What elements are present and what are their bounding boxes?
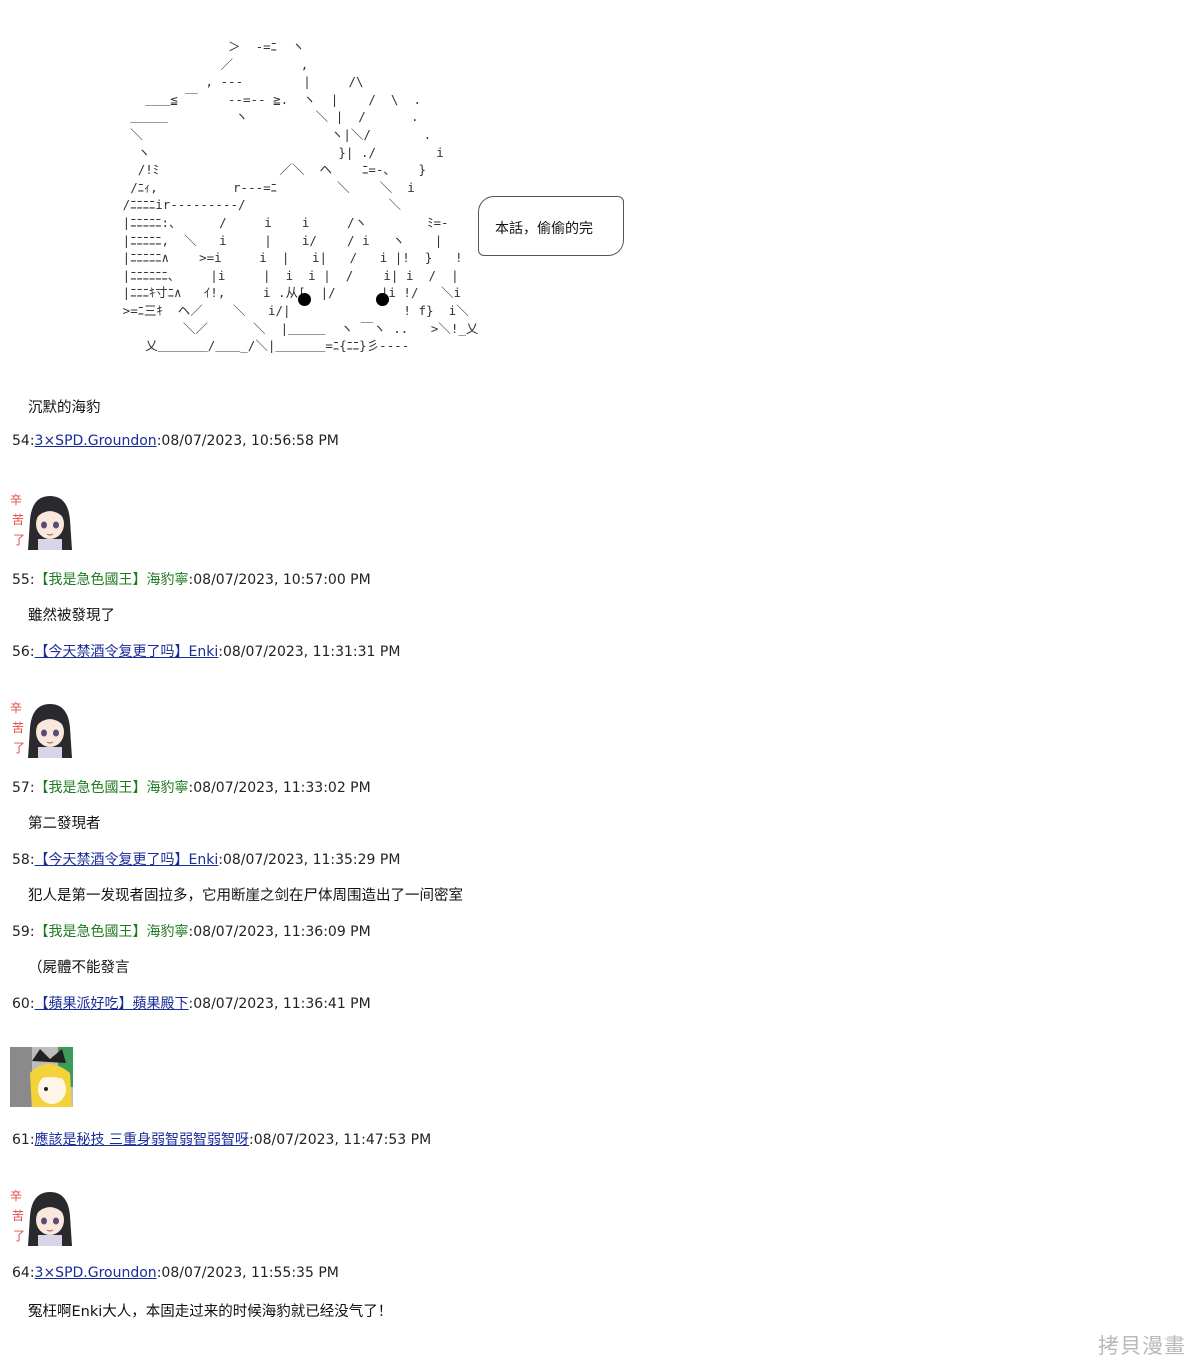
post-header-57: 57:【我是急色國王】海豹寧:08/07/2023, 11:33:02 PM xyxy=(12,780,371,796)
post-header-58: 58:【今天禁酒令复更了吗】Enki:08/07/2023, 11:35:29 … xyxy=(12,852,401,868)
poster-name-link[interactable]: 3×SPD.Groundon xyxy=(35,1265,157,1281)
post-body-59: （屍體不能發言 xyxy=(28,960,130,976)
post-body-55: 雖然被發現了 xyxy=(28,608,115,624)
post-time: 08/07/2023, 11:47:53 PM xyxy=(253,1132,432,1148)
post-number: 54 xyxy=(12,433,30,449)
post-header-54: 54:3×SPD.Groundon:08/07/2023, 10:56:58 P… xyxy=(12,433,339,449)
post-time: 08/07/2023, 11:35:29 PM xyxy=(222,852,401,868)
post-number: 58 xyxy=(12,852,30,868)
post-time: 08/07/2023, 10:57:00 PM xyxy=(193,572,371,588)
post-header-55: 55:【我是急色國王】海豹寧:08/07/2023, 10:57:00 PM xyxy=(12,572,371,588)
watermark: 拷貝漫畫 xyxy=(1098,1334,1186,1358)
sticker-char: 了 xyxy=(13,741,25,755)
poster-name-link[interactable]: 【今天禁酒令复更了吗】Enki xyxy=(35,644,219,660)
post-body-64: 冤枉啊Enki大人，本固走过来的时候海豹就已经没气了！ xyxy=(28,1304,393,1320)
sticker-image: 辛 苦 了 xyxy=(10,698,73,758)
post-number: 60 xyxy=(12,996,30,1012)
post-body-57: 第二發現者 xyxy=(28,816,101,832)
post-header-61: 61:應該是秘技 三重身弱智弱智弱智呀:08/07/2023, 11:47:53… xyxy=(12,1132,432,1148)
post-time: 08/07/2023, 11:55:35 PM xyxy=(161,1265,339,1281)
post-body-58: 犯人是第一发现者固拉多，它用断崖之剑在尸体周围造出了一间密室 xyxy=(28,888,463,904)
sticker-char: 了 xyxy=(13,533,25,547)
reaction-image xyxy=(10,1047,73,1107)
sticker-image: 辛 苦 了 xyxy=(10,1186,73,1246)
post-number: 59 xyxy=(12,924,30,940)
post-header-60: 60:【蘋果派好吃】蘋果殿下:08/07/2023, 11:36:41 PM xyxy=(12,996,371,1012)
post-header-64: 64:3×SPD.Groundon:08/07/2023, 11:55:35 P… xyxy=(12,1265,339,1281)
sticker-char: 辛 xyxy=(10,493,22,507)
post-number: 55 xyxy=(12,572,30,588)
post-time: 08/07/2023, 11:36:09 PM xyxy=(193,924,371,940)
seal-eye-left xyxy=(298,293,311,306)
post-time: 08/07/2023, 11:31:31 PM xyxy=(222,644,401,660)
post-number: 56 xyxy=(12,644,30,660)
sticker-char: 苦 xyxy=(12,513,24,527)
sticker-char: 苦 xyxy=(12,721,24,735)
poster-name: 【我是急色國王】海豹寧 xyxy=(34,780,189,796)
post-time: 08/07/2023, 10:56:58 PM xyxy=(161,433,339,449)
sticker-char: 了 xyxy=(13,1229,25,1243)
poster-name-link[interactable]: 應該是秘技 三重身弱智弱智弱智呀 xyxy=(35,1132,249,1148)
post-time: 08/07/2023, 11:33:02 PM xyxy=(193,780,371,796)
poster-name: 【我是急色國王】海豹寧 xyxy=(34,924,189,940)
poster-name-link[interactable]: 【蘋果派好吃】蘋果殿下 xyxy=(35,996,189,1012)
post-header-56: 56:【今天禁酒令复更了吗】Enki:08/07/2023, 11:31:31 … xyxy=(12,644,401,660)
speech-bubble-text: 本話，偷偷的完 xyxy=(495,221,593,237)
post-number: 61 xyxy=(12,1132,30,1148)
sticker-image: 辛 苦 了 xyxy=(10,490,73,550)
poster-name-link[interactable]: 【今天禁酒令复更了吗】Enki xyxy=(35,852,219,868)
post-number: 64 xyxy=(12,1265,30,1281)
post-header-59: 59:【我是急色國王】海豹寧:08/07/2023, 11:36:09 PM xyxy=(12,924,371,940)
caption-text: 沉默的海豹 xyxy=(28,400,101,416)
post-time: 08/07/2023, 11:36:41 PM xyxy=(193,996,371,1012)
poster-name: 【我是急色國王】海豹寧 xyxy=(34,572,189,588)
sticker-char: 辛 xyxy=(10,701,22,715)
sticker-char: 辛 xyxy=(10,1189,22,1203)
post-number: 57 xyxy=(12,780,30,796)
ascii-art-seal: ＞ -=ﾆ ヽ ／ , , --- | /\ ＿＿≦ ￣ --=-- ≧. ヽ … xyxy=(122,39,479,354)
seal-eye-right xyxy=(376,293,389,306)
sticker-char: 苦 xyxy=(12,1209,24,1223)
speech-bubble: 本話，偷偷的完 xyxy=(478,196,624,256)
poster-name-link[interactable]: 3×SPD.Groundon xyxy=(35,433,157,449)
